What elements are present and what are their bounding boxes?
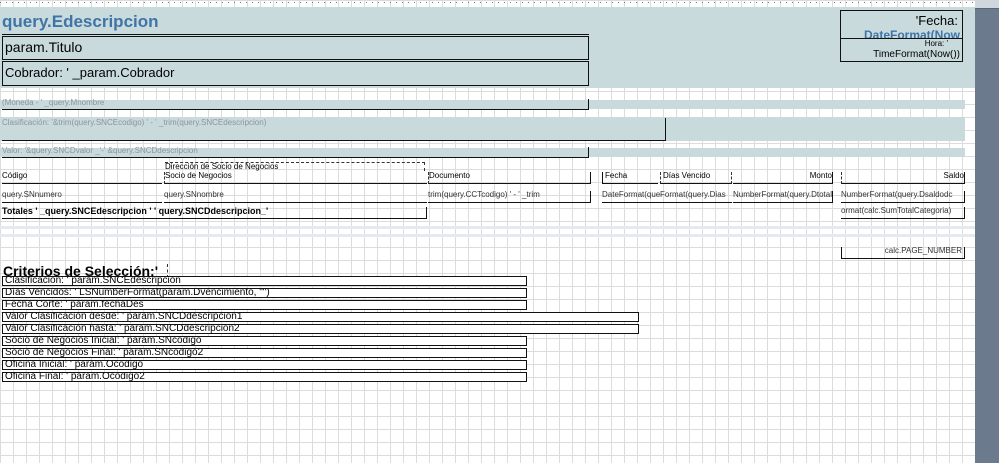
saldo-column-header[interactable]: Saldo: [841, 172, 965, 184]
top-ruler: [0, 0, 999, 6]
hora-label: Hora: ': [924, 40, 948, 48]
dias-vencido-column-header[interactable]: Días Vencido: [660, 172, 732, 184]
detail-documento-field[interactable]: trim(query.CCTcodigo) ' - ' _trim: [428, 191, 591, 203]
moneda-field[interactable]: (Moneda - ' _query.Mnombre: [2, 99, 589, 110]
clasificacion-field[interactable]: Clasificación: '&trim(query.SNCEcodigo) …: [2, 118, 666, 141]
hora-box[interactable]: Hora: ' TimeFormat(Now()): [840, 38, 963, 62]
param-title-field[interactable]: param.Titulo: [2, 36, 589, 60]
fecha-box[interactable]: 'Fecha: DateFormat(Now: [840, 10, 963, 39]
page-number-field[interactable]: calc.PAGE_NUMBER: [841, 247, 965, 259]
criteria-item[interactable]: Oficina Final: ' param.Ocodigo2: [2, 372, 527, 382]
totals-label-field[interactable]: Totales ' _query.SNCEdescripcion ' ' que…: [2, 207, 427, 219]
band-divider-1: [0, 226, 975, 229]
fecha-column-header[interactable]: Fecha: [602, 172, 658, 184]
documento-column-header[interactable]: Documento: [428, 172, 591, 184]
direccion-column-header[interactable]: Dirección de Socio de Negocios: [165, 162, 425, 171]
detail-monto-field[interactable]: NumberFormat(query.Dtotal): [733, 191, 833, 203]
scrollbar-thumb[interactable]: [975, 0, 999, 9]
detail-saldo-field[interactable]: NumberFormat(query.Dsaldodc: [841, 191, 965, 203]
totals-value-field[interactable]: ormat(calc.SumTotalCategoria): [841, 207, 965, 219]
query-title-field[interactable]: query.Edescripcion: [2, 10, 589, 35]
vertical-scrollbar[interactable]: [975, 0, 999, 463]
criteria-item[interactable]: Oficina Inicial: ' param.Ocodigo: [2, 360, 527, 370]
criteria-item[interactable]: Valor Clasificación hasta: ' param.SNCDd…: [2, 324, 639, 334]
detail-socio-field[interactable]: query.SNnombre: [164, 191, 427, 203]
detail-fecha-field[interactable]: DateFormat(query.: [602, 191, 660, 203]
monto-column-header[interactable]: Monto: [733, 172, 833, 184]
band-divider-2: [0, 234, 975, 237]
criteria-item[interactable]: Clasificación: ' param.SNCEdescripcion: [2, 276, 527, 286]
report-design-canvas[interactable]: query.Edescripcion param.Titulo Cobrador…: [0, 0, 975, 463]
valor-field[interactable]: Valor: '&query.SNCDvalor _'-' &query.SNC…: [2, 147, 589, 158]
detail-codigo-field[interactable]: query.SNnumero: [2, 191, 162, 203]
detail-dias-field[interactable]: Format(query.Dias: [660, 191, 732, 203]
criteria-item[interactable]: Fecha Corte: ' param.fechaDes: [2, 300, 527, 310]
time-format: TimeFormat(Now()): [873, 50, 960, 60]
codigo-column-header[interactable]: Código: [2, 172, 162, 184]
criteria-item[interactable]: Valor Clasificación desde: ' param.SNCDd…: [2, 312, 639, 322]
socio-column-header[interactable]: Socio de Negocios: [164, 172, 427, 184]
criteria-item[interactable]: Socio de Negocios Inicial: ' param.SNcod…: [2, 336, 527, 346]
criteria-item[interactable]: Socio de Negocios Final: ' param.SNcodig…: [2, 348, 527, 358]
criteria-item[interactable]: Días Vencidos: ' LSNumberFormat(param.Dv…: [2, 288, 527, 298]
fecha-label: 'Fecha:: [915, 14, 958, 27]
cobrador-field[interactable]: Cobrador: ' _param.Cobrador: [2, 61, 589, 86]
